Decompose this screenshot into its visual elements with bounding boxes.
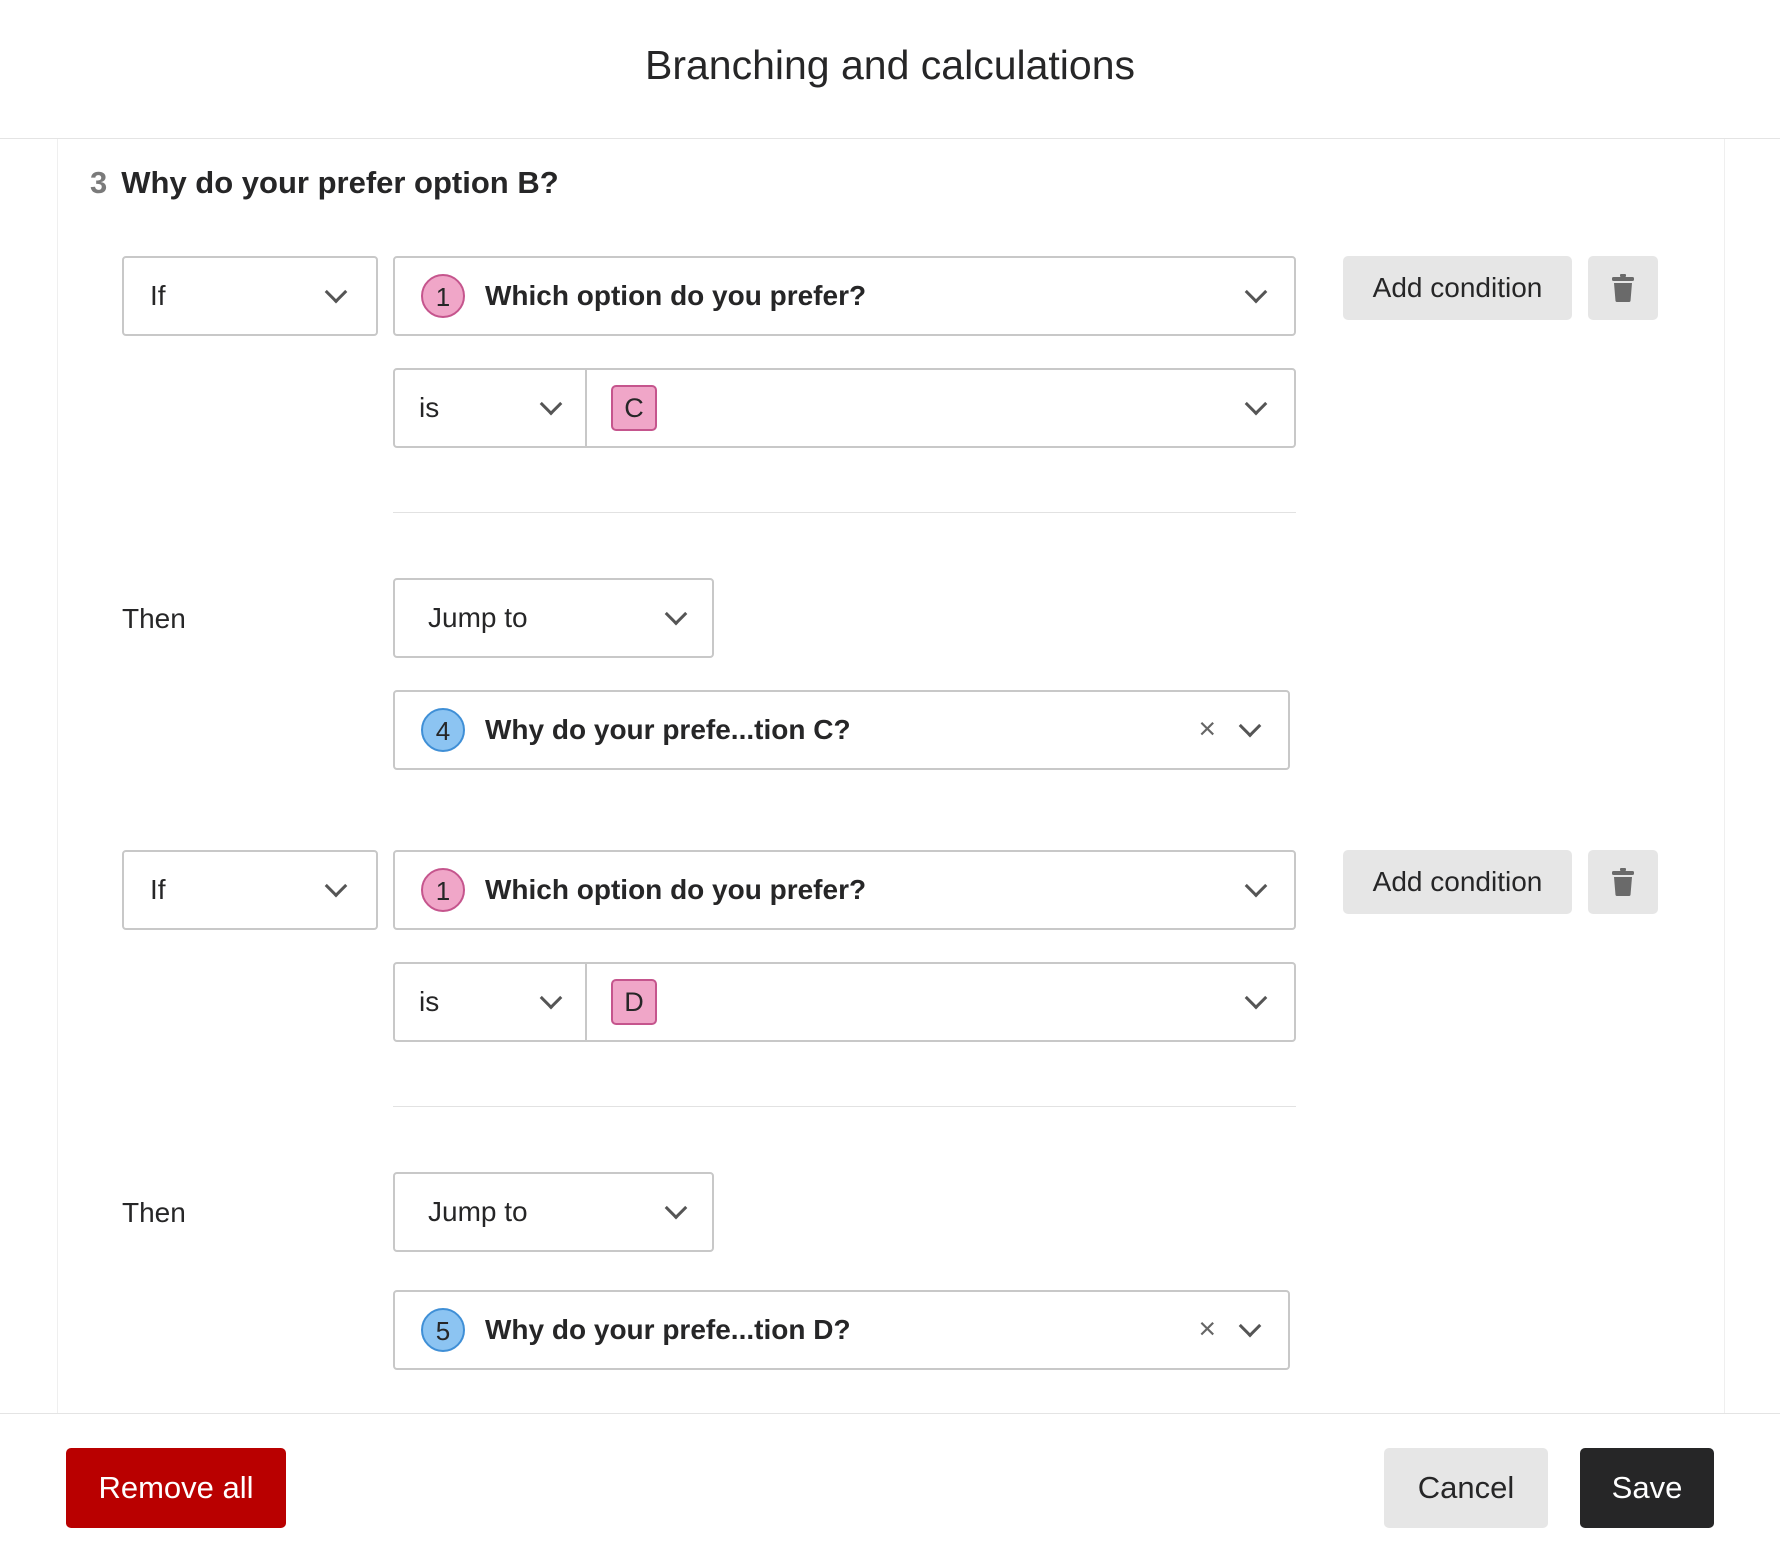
condition-value-group: is D (393, 962, 1296, 1042)
question-number: 3 (90, 165, 108, 200)
chevron-down-icon (1238, 714, 1262, 738)
value-dropdown[interactable]: D (587, 964, 1294, 1040)
chevron-down-icon (1244, 392, 1268, 416)
operator-dropdown[interactable]: is (395, 964, 585, 1040)
source-question-text: Which option do you prefer? (485, 280, 867, 311)
question-number-badge: 5 (421, 1308, 465, 1352)
if-dropdown[interactable]: If (122, 256, 378, 336)
question-number-badge: 4 (421, 708, 465, 752)
if-label: If (150, 280, 166, 311)
operator-dropdown[interactable]: is (395, 370, 585, 446)
chevron-down-icon (664, 1196, 688, 1220)
modal-header: Branching and calculations (0, 0, 1780, 139)
question-heading: 3 Why do your prefer option B? (90, 165, 559, 201)
save-button[interactable]: Save (1580, 1448, 1714, 1528)
question-number-badge: 1 (421, 868, 465, 912)
source-question-dropdown[interactable]: 1 Which option do you prefer? (393, 850, 1296, 930)
condition-value-group: is C (393, 368, 1296, 448)
source-question-dropdown[interactable]: 1 Which option do you prefer? (393, 256, 1296, 336)
chevron-down-icon (1244, 280, 1268, 304)
action-label: Jump to (428, 1196, 528, 1227)
action-dropdown[interactable]: Jump to (393, 578, 714, 658)
chevron-down-icon (539, 986, 563, 1010)
add-condition-button[interactable]: Add condition (1343, 850, 1572, 914)
close-icon[interactable]: × (1198, 714, 1216, 744)
if-label: If (150, 874, 166, 905)
target-question-text: Why do your prefe...tion D? (485, 1314, 851, 1345)
source-question-text: Which option do you prefer? (485, 874, 867, 905)
operator-label: is (419, 986, 440, 1017)
trash-icon (1612, 868, 1634, 896)
remove-all-button[interactable]: Remove all (66, 1448, 286, 1528)
then-label: Then (122, 603, 186, 634)
chevron-down-icon (664, 602, 688, 626)
operator-label: is (419, 392, 440, 423)
target-question-text: Why do your prefe...tion C? (485, 714, 851, 745)
action-label: Jump to (428, 602, 528, 633)
chevron-down-icon (1244, 874, 1268, 898)
cancel-button[interactable]: Cancel (1384, 1448, 1548, 1528)
chevron-down-icon (1238, 1314, 1262, 1338)
then-label: Then (122, 1197, 186, 1228)
value-dropdown[interactable]: C (587, 370, 1294, 446)
action-dropdown[interactable]: Jump to (393, 1172, 714, 1252)
delete-rule-button[interactable] (1588, 256, 1658, 320)
trash-icon (1612, 274, 1634, 302)
target-question-dropdown[interactable]: 4 Why do your prefe...tion C? × (393, 690, 1290, 770)
if-dropdown[interactable]: If (122, 850, 378, 930)
question-number-badge: 1 (421, 274, 465, 318)
target-question-dropdown[interactable]: 5 Why do your prefe...tion D? × (393, 1290, 1290, 1370)
chevron-down-icon (324, 874, 348, 898)
choice-badge: C (611, 385, 657, 431)
modal-footer: Remove all Cancel Save (0, 1413, 1780, 1549)
chevron-down-icon (539, 392, 563, 416)
separator (393, 1106, 1296, 1107)
close-icon[interactable]: × (1198, 1314, 1216, 1344)
chevron-down-icon (1244, 986, 1268, 1010)
choice-badge: D (611, 979, 657, 1025)
add-condition-button[interactable]: Add condition (1343, 256, 1572, 320)
question-title: Why do your prefer option B? (121, 165, 559, 200)
modal-title: Branching and calculations (644, 42, 1136, 88)
chevron-down-icon (324, 280, 348, 304)
separator (393, 512, 1296, 513)
delete-rule-button[interactable] (1588, 850, 1658, 914)
